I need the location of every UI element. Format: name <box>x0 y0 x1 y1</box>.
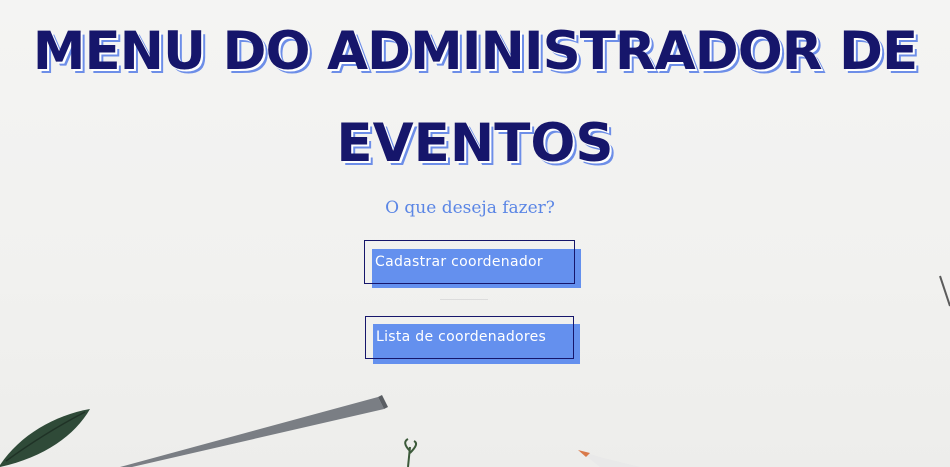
page-title-line1: MENU DO ADMINISTRADOR DE <box>32 21 919 82</box>
admin-event-menu-page: { "page": { "title_line1": "MENU DO ADMI… <box>0 0 950 467</box>
coordinator-list-label: Lista de coordenadores <box>376 329 547 345</box>
register-coordinator-label: Cadastrar coordenador <box>375 254 543 270</box>
coordinator-list-button[interactable]: Lista de coordenadores <box>365 316 585 364</box>
desk-decor <box>0 395 640 467</box>
right-edge-decor <box>939 275 950 307</box>
sprig-icon <box>404 438 418 467</box>
pencil-icon <box>120 395 388 467</box>
menu-prompt: O que deseja fazer? <box>385 198 555 218</box>
leaf-icon <box>0 409 90 467</box>
page-title: MENU DO ADMINISTRADOR DE EVENTOS <box>0 6 950 190</box>
page-title-line2: EVENTOS <box>336 113 614 174</box>
register-coordinator-button[interactable]: Cadastrar coordenador <box>364 240 584 288</box>
pen-icon <box>578 450 640 467</box>
divider <box>440 299 488 300</box>
